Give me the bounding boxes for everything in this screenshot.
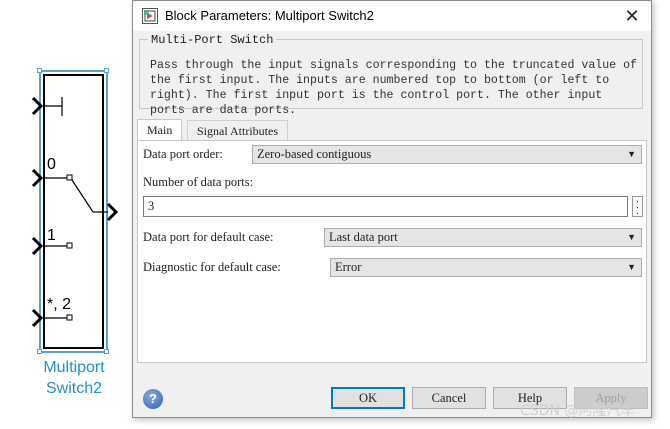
input-port-control-arrow bbox=[31, 96, 44, 116]
tab-bar: Main Signal Attributes bbox=[137, 119, 647, 142]
description-group: Multi-Port Switch Pass through the input… bbox=[139, 33, 643, 117]
num-data-ports-input[interactable]: 3 bbox=[143, 196, 628, 217]
num-data-ports-label: Number of data ports: bbox=[143, 175, 254, 189]
output-port-arrow bbox=[106, 202, 119, 222]
block-name-label[interactable]: Multiport Switch2 bbox=[28, 357, 120, 399]
tab-signal-attributes[interactable]: Signal Attributes bbox=[187, 120, 288, 141]
data-port-order-value: Zero-based contiguous bbox=[257, 147, 372, 161]
cancel-button[interactable]: Cancel bbox=[412, 387, 486, 409]
default-case-value: Last data port bbox=[329, 230, 398, 244]
tab-main[interactable]: Main bbox=[137, 119, 183, 142]
main-tab-panel: Data port order: Zero-based contiguous ▼… bbox=[137, 140, 647, 363]
diagnostic-value: Error bbox=[335, 260, 362, 274]
ok-button[interactable]: OK bbox=[331, 387, 405, 409]
more-options-icon[interactable]: · · · bbox=[632, 196, 643, 219]
data-port-order-label: Data port order: bbox=[143, 147, 223, 161]
port-label-1: 1 bbox=[47, 227, 56, 244]
data-port-order-select[interactable]: Zero-based contiguous ▼ bbox=[252, 145, 642, 164]
port-label-2: *, 2 bbox=[47, 296, 72, 313]
simulink-block-icon bbox=[142, 8, 158, 24]
chevron-down-icon: ▼ bbox=[627, 232, 636, 242]
diagnostic-label: Diagnostic for default case: bbox=[143, 260, 281, 274]
group-title: Multi-Port Switch bbox=[148, 33, 277, 47]
help-icon[interactable]: ? bbox=[143, 389, 163, 409]
input-port-2-arrow bbox=[31, 308, 44, 328]
dialog-titlebar[interactable]: Block Parameters: Multiport Switch2 ✕ bbox=[133, 1, 651, 31]
model-canvas: 0 1 *, 2 Multiport Switch2 bbox=[0, 0, 134, 429]
dialog-title: Block Parameters: Multiport Switch2 bbox=[165, 8, 374, 23]
default-case-select[interactable]: Last data port ▼ bbox=[324, 228, 642, 247]
watermark: CSDN @阿隆汽车 bbox=[520, 403, 635, 419]
input-port-1-arrow bbox=[31, 236, 44, 256]
block-name-line2: Switch2 bbox=[45, 380, 103, 397]
chevron-down-icon: ▼ bbox=[627, 149, 636, 159]
block-description: Pass through the input signals correspon… bbox=[150, 59, 638, 117]
chevron-down-icon: ▼ bbox=[627, 262, 636, 272]
block-parameters-dialog: Block Parameters: Multiport Switch2 ✕ Mu… bbox=[132, 0, 652, 418]
port-label-0: 0 bbox=[47, 156, 56, 173]
close-icon[interactable]: ✕ bbox=[619, 4, 645, 28]
diagnostic-select[interactable]: Error ▼ bbox=[330, 258, 642, 277]
block-name-line1: Multiport bbox=[43, 359, 105, 376]
default-case-label: Data port for default case: bbox=[143, 230, 274, 244]
input-port-0-arrow bbox=[31, 168, 44, 188]
